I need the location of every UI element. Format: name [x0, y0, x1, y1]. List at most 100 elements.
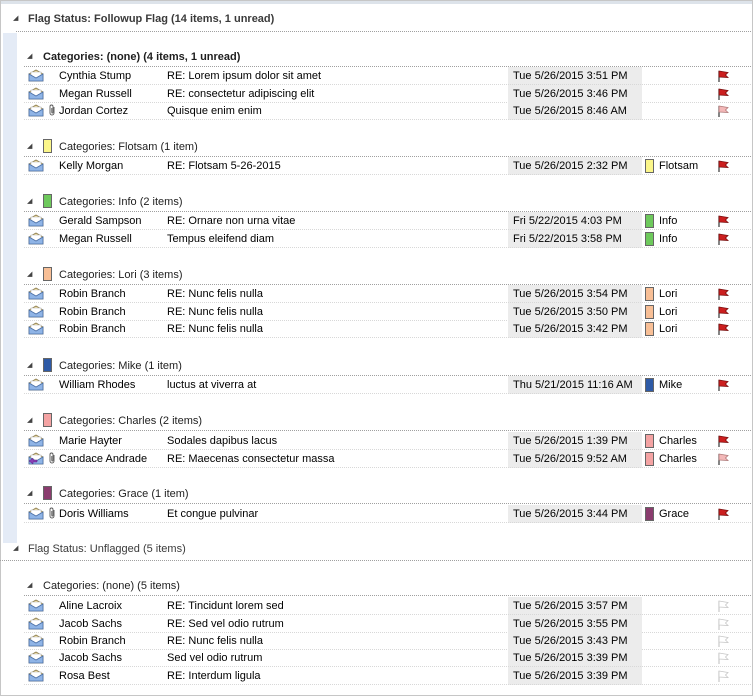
subject: luctus at viverra at	[167, 379, 257, 391]
category-header-grace[interactable]: ◢ Categories: Grace (1 item)	[0, 485, 751, 503]
read-envelope-icon	[28, 669, 44, 682]
message-row[interactable]: Cynthia Stump RE: Lorem ipsum dolor sit a…	[0, 67, 751, 85]
followup-flag-icon[interactable]	[716, 434, 730, 448]
category-header-lori[interactable]: ◢ Categories: Lori (3 items)	[0, 266, 751, 284]
row-divider	[24, 174, 751, 175]
category-color-swatch	[43, 139, 52, 153]
category-header-mike[interactable]: ◢ Categories: Mike (1 item)	[0, 357, 751, 375]
unflagged-icon[interactable]	[716, 599, 730, 613]
collapse-triangle-icon[interactable]: ◢	[27, 142, 32, 150]
received-date: Tue 5/26/2015 3:44 PM	[513, 508, 628, 520]
followup-flag-icon[interactable]	[716, 104, 730, 118]
message-row[interactable]: Robin Branch RE: Nunc felis nulla Tue 5/26…	[0, 285, 751, 303]
message-row[interactable]: Candace Andrade RE: Maecenas consectetur …	[0, 450, 751, 468]
sender: William Rhodes	[59, 379, 136, 391]
message-row[interactable]: Megan Russell Tempus eleifend diam Fri 5/2…	[0, 230, 751, 248]
row-divider	[24, 247, 751, 248]
category-name: Lori	[659, 288, 678, 300]
received-date: Tue 5/26/2015 3:39 PM	[513, 670, 628, 682]
category-color-swatch	[645, 434, 654, 448]
replied-envelope-icon	[28, 452, 44, 465]
subject: RE: Flotsam 5-26-2015	[167, 160, 281, 172]
sender: Candace Andrade	[59, 453, 148, 465]
collapse-triangle-icon[interactable]: ◢	[13, 544, 18, 552]
read-envelope-icon	[28, 305, 44, 318]
message-row[interactable]: Jacob Sachs RE: Sed vel odio rutrum Tue 5/…	[0, 615, 751, 633]
read-envelope-icon	[28, 434, 44, 447]
followup-flag-icon[interactable]	[716, 507, 730, 521]
collapse-triangle-icon[interactable]: ◢	[27, 52, 32, 60]
unflagged-icon[interactable]	[716, 634, 730, 648]
message-row[interactable]: Robin Branch RE: Nunc felis nulla Tue 5/26…	[0, 632, 751, 650]
category-separator	[24, 430, 751, 431]
category-header-none-unflagged[interactable]: ◢ Categories: (none) (5 items)	[0, 577, 751, 595]
category-label: Categories: Lori (3 items)	[59, 269, 183, 281]
message-row[interactable]: Aline Lacroix RE: Tincidunt lorem sed Tue …	[0, 597, 751, 615]
received-date: Tue 5/26/2015 3:57 PM	[513, 600, 628, 612]
category-header-info[interactable]: ◢ Categories: Info (2 items)	[0, 193, 751, 211]
sender: Megan Russell	[59, 233, 132, 245]
collapse-triangle-icon[interactable]: ◢	[27, 197, 32, 205]
category-color-swatch	[645, 214, 654, 228]
row-divider	[24, 337, 751, 338]
category-label: Categories: Charles (2 items)	[59, 415, 203, 427]
unflagged-icon[interactable]	[716, 651, 730, 665]
followup-flag-icon[interactable]	[716, 87, 730, 101]
collapse-triangle-icon[interactable]: ◢	[27, 416, 32, 424]
followup-flag-icon[interactable]	[716, 232, 730, 246]
received-date: Tue 5/26/2015 3:55 PM	[513, 618, 628, 630]
category-name: Info	[659, 233, 678, 245]
message-row[interactable]: Jacob Sachs Sed vel odio rutrum Tue 5/26/2…	[0, 649, 751, 667]
subject: RE: consectetur adipiscing elit	[167, 88, 315, 100]
row-divider	[24, 393, 751, 394]
category-header-flotsam[interactable]: ◢ Categories: Flotsam (1 item)	[0, 138, 751, 156]
category-name: Charles	[659, 435, 697, 447]
unflagged-icon[interactable]	[716, 617, 730, 631]
category-label: Categories: Info (2 items)	[59, 196, 183, 208]
category-separator	[24, 503, 751, 504]
message-row[interactable]: Marie Hayter Sodales dapibus lacus Tue 5/2…	[0, 432, 751, 450]
sender: Kelly Morgan	[59, 160, 124, 172]
collapse-triangle-icon[interactable]: ◢	[27, 361, 32, 369]
followup-flag-icon[interactable]	[716, 322, 730, 336]
collapse-triangle-icon[interactable]: ◢	[13, 14, 18, 22]
unflagged-icon[interactable]	[716, 669, 730, 683]
category-name: Mike	[659, 379, 683, 391]
collapse-triangle-icon[interactable]: ◢	[27, 489, 32, 497]
followup-flag-icon[interactable]	[716, 287, 730, 301]
collapse-triangle-icon[interactable]: ◢	[27, 581, 32, 589]
received-date: Tue 5/26/2015 3:43 PM	[513, 635, 628, 647]
received-date: Tue 5/26/2015 3:51 PM	[513, 70, 628, 82]
followup-flag-icon[interactable]	[716, 452, 730, 466]
message-row[interactable]: William Rhodes luctus at viverra at Thu 5/…	[0, 376, 751, 394]
message-row[interactable]: Gerald Sampson RE: Ornare non urna vitae F…	[0, 212, 751, 230]
category-header-charles[interactable]: ◢ Categories: Charles (2 items)	[0, 412, 751, 430]
sender: Marie Hayter	[59, 435, 122, 447]
collapse-triangle-icon[interactable]: ◢	[27, 270, 32, 278]
group-header-followup[interactable]: ◢ Flag Status: Followup Flag (14 items, …	[0, 10, 751, 30]
message-row[interactable]: Doris Williams Et congue pulvinar Tue 5/26…	[0, 505, 751, 523]
message-row[interactable]: Kelly Morgan RE: Flotsam 5-26-2015 Tue 5/2…	[0, 157, 751, 175]
group-separator	[0, 560, 751, 561]
message-row[interactable]: Robin Branch RE: Nunc felis nulla Tue 5/26…	[0, 303, 751, 321]
subject: RE: Nunc felis nulla	[167, 323, 263, 335]
group-header-unflagged[interactable]: ◢ Flag Status: Unflagged (5 items)	[0, 540, 751, 560]
attachment-icon	[49, 452, 56, 464]
row-divider	[24, 522, 751, 523]
message-row[interactable]: Jordan Cortez Quisque enim enim Tue 5/26/2…	[0, 102, 751, 120]
subject: RE: Ornare non urna vitae	[167, 215, 296, 227]
message-row[interactable]: Robin Branch RE: Nunc felis nulla Tue 5/26…	[0, 320, 751, 338]
followup-flag-icon[interactable]	[716, 159, 730, 173]
sender: Robin Branch	[59, 306, 126, 318]
category-color-swatch	[645, 305, 654, 319]
followup-flag-icon[interactable]	[716, 69, 730, 83]
read-envelope-icon	[28, 159, 44, 172]
message-row[interactable]: Rosa Best RE: Interdum ligula Tue 5/26/201…	[0, 667, 751, 685]
category-color-swatch	[645, 287, 654, 301]
message-row[interactable]: Megan Russell RE: consectetur adipiscing …	[0, 85, 751, 103]
followup-flag-icon[interactable]	[716, 378, 730, 392]
followup-flag-icon[interactable]	[716, 305, 730, 319]
followup-flag-icon[interactable]	[716, 214, 730, 228]
category-header-none[interactable]: ◢ Categories: (none) (4 items, 1 unread)	[0, 48, 751, 66]
category-label: Categories: (none) (5 items)	[43, 580, 180, 592]
